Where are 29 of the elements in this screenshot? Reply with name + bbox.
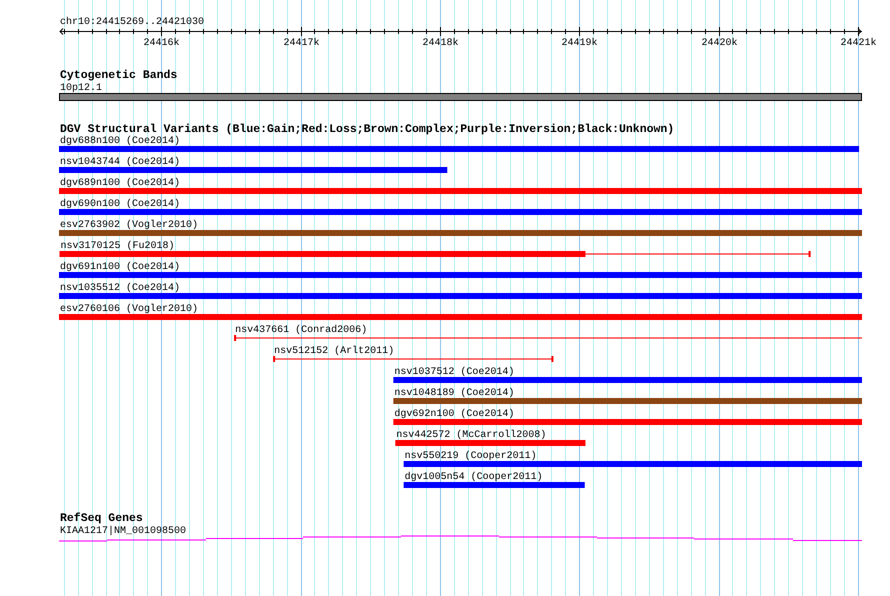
location-label: chr10:24415269..24421030 xyxy=(60,17,204,28)
variant-label: dgv689n100 (Coe2014) xyxy=(60,178,180,189)
variant-label: nsv1037512 (Coe2014) xyxy=(394,367,514,378)
variant-label: dgv1005n54 (Cooper2011) xyxy=(404,472,543,483)
variant-label: nsv550219 (Cooper2011) xyxy=(404,451,537,462)
gene-label: KIAA1217|NM_001098500 xyxy=(60,526,186,537)
variant-label: esv2760106 (Vogler2010) xyxy=(60,304,198,315)
variant-label: nsv512152 (Arlt2011) xyxy=(274,346,394,357)
variant-label: dgv688n100 (Coe2014) xyxy=(60,136,180,147)
variant-label: dgv692n100 (Coe2014) xyxy=(394,409,514,420)
variant-label: nsv3170125 (Fu2018) xyxy=(60,241,175,252)
track-title: Cytogenetic Bands xyxy=(60,69,178,82)
variant-label: nsv1048189 (Coe2014) xyxy=(394,388,514,399)
variant-label: esv2763902 (Vogler2010) xyxy=(60,220,198,231)
variant-label: dgv690n100 (Coe2014) xyxy=(60,199,180,210)
band-label: 10p12.1 xyxy=(60,83,102,94)
variant-label: nsv1043744 (Coe2014) xyxy=(60,157,180,168)
variant-label: nsv1035512 (Coe2014) xyxy=(60,283,180,294)
tick-label: 24419k xyxy=(562,38,598,49)
variant-label: dgv691n100 (Coe2014) xyxy=(60,262,180,273)
variant-label: nsv437661 (Conrad2006) xyxy=(235,325,368,336)
tick-label: 24420k xyxy=(702,38,738,49)
tick-label: 24417k xyxy=(284,38,320,49)
tick-label: 24418k xyxy=(422,38,458,49)
tick-label: 24421k xyxy=(840,38,876,49)
tick-label: 24416k xyxy=(144,38,180,49)
track-title: RefSeq Genes xyxy=(60,512,143,525)
variant-label: nsv442572 (McCarroll2008) xyxy=(396,430,546,441)
track-title: DGV Structural Variants (Blue:Gain;Red:Loss;Brown:Complex;Purple:Inversion;Black:Unknown) xyxy=(60,123,674,136)
